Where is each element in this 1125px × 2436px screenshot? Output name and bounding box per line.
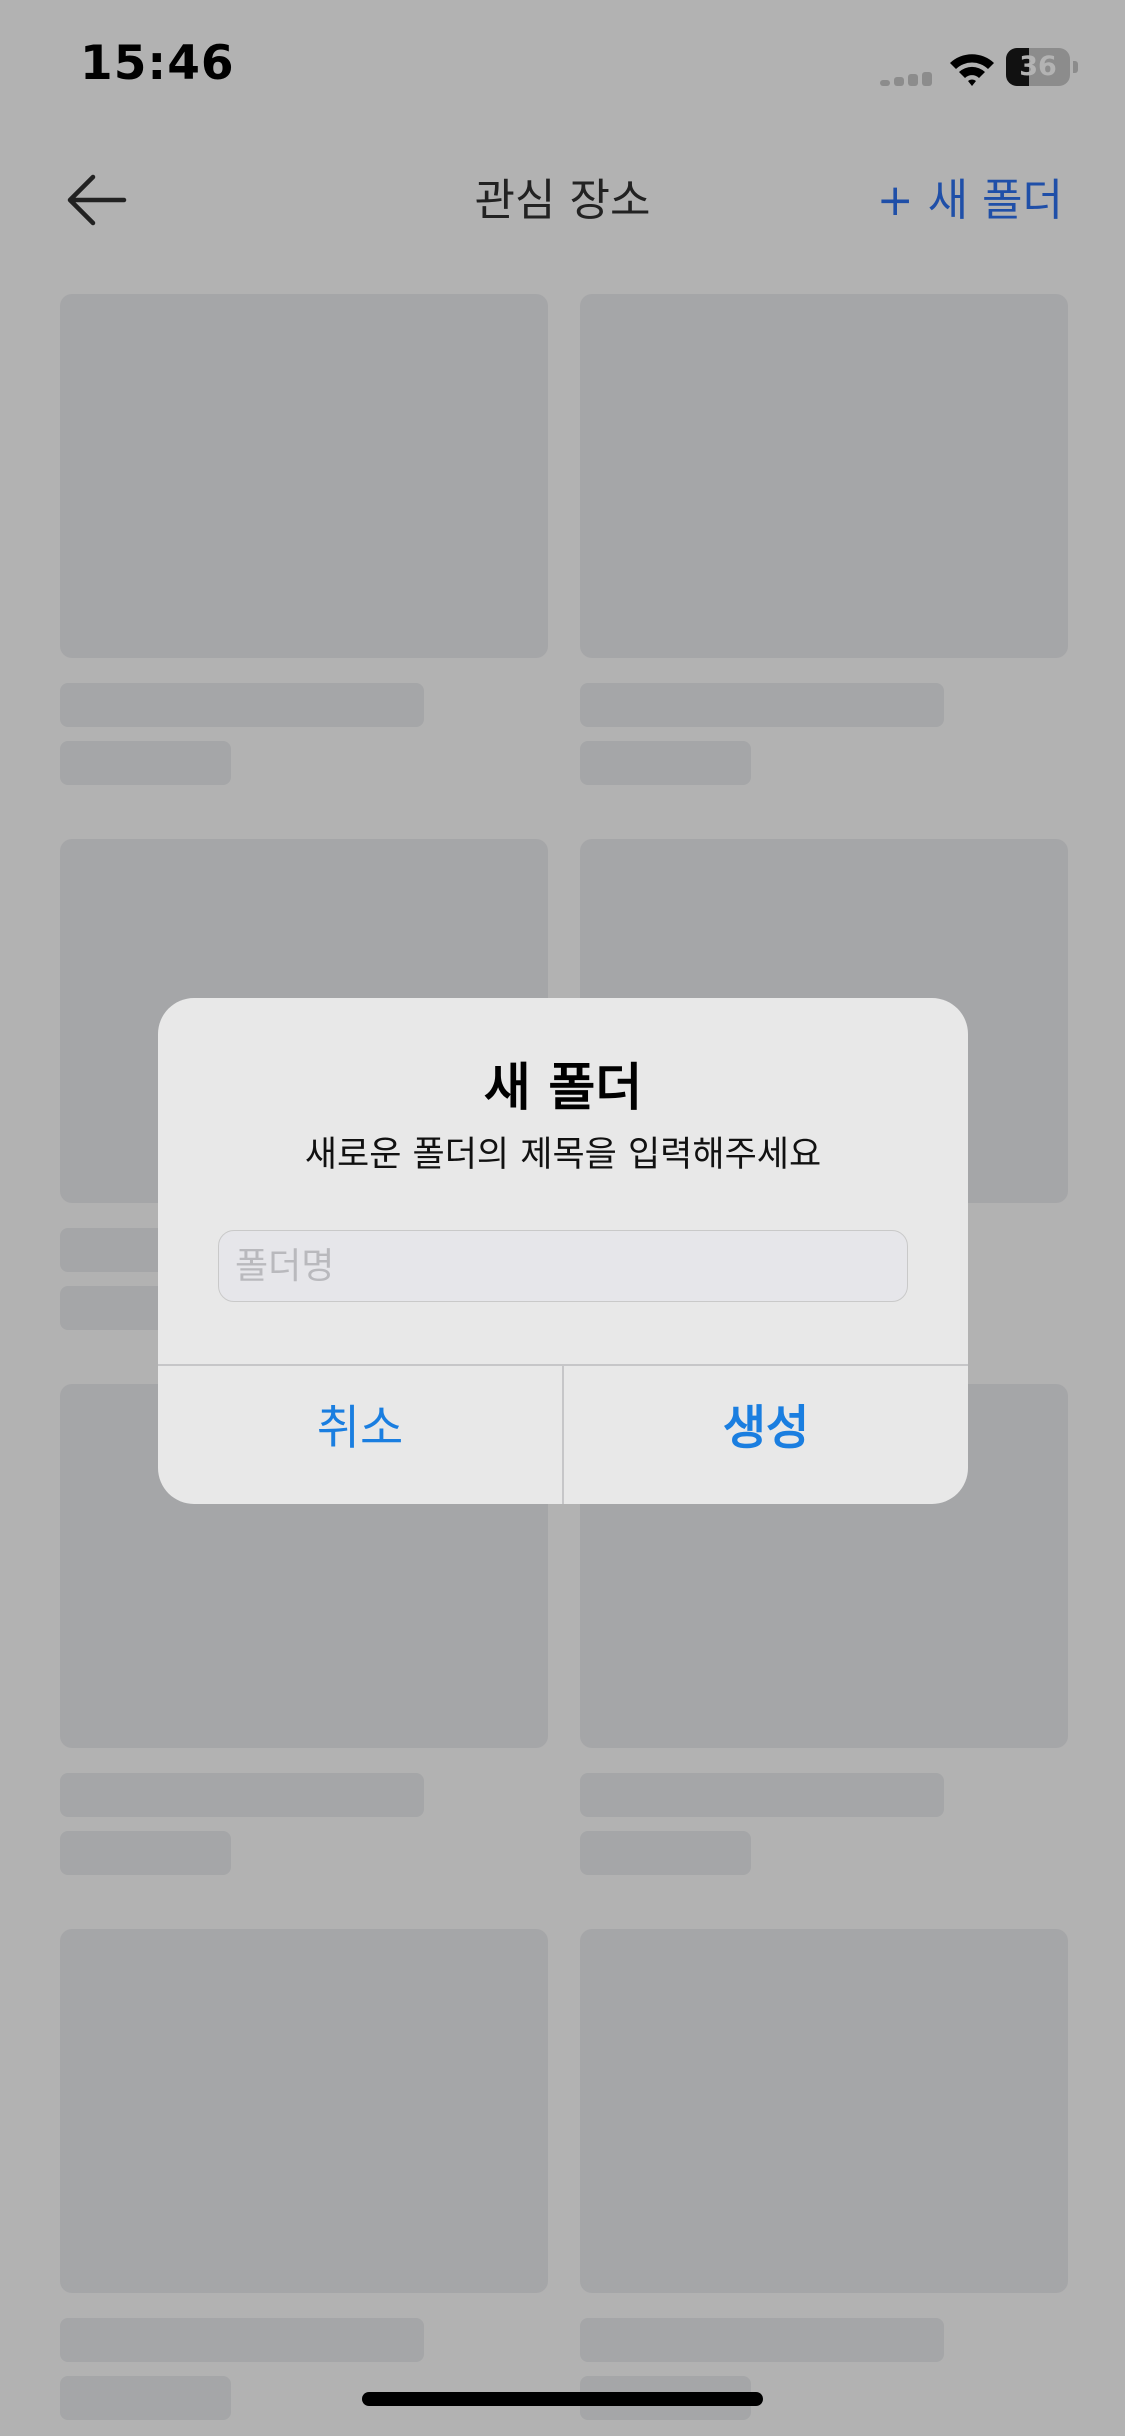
placeholder-title-line [580,683,944,727]
battery-percent: 36 [1019,51,1057,82]
home-indicator [362,2392,763,2406]
new-folder-dialog: 새 폴더 새로운 폴더의 제목을 입력해주세요 취소 생성 [158,998,968,1504]
placeholder-card[interactable] [60,1929,548,2420]
placeholder-subtitle-line [580,1831,751,1875]
cancel-button[interactable]: 취소 [158,1366,562,1504]
placeholder-thumbnail [60,1929,548,2293]
placeholder-card[interactable] [60,294,548,785]
placeholder-card[interactable] [580,294,1068,785]
placeholder-subtitle-line [60,741,231,785]
placeholder-title-line [60,1773,424,1817]
placeholder-thumbnail [580,294,1068,658]
placeholder-title-line [60,2318,424,2362]
status-bar: 15:46 36 [0,0,1125,140]
status-time: 15:46 [80,36,235,91]
placeholder-subtitle-line [60,2376,231,2420]
placeholder-thumbnail [60,294,548,658]
dialog-message: 새로운 폴더의 제목을 입력해주세요 [304,1135,822,1175]
nav-bar: 관심 장소 + 새 폴더 [0,140,1125,250]
placeholder-title-line [580,2318,944,2362]
cellular-signal-icon [880,72,934,86]
placeholder-title-line [60,683,424,727]
placeholder-card[interactable] [580,1929,1068,2420]
folder-name-input[interactable] [218,1230,908,1302]
placeholder-title-line [580,1773,944,1817]
create-button[interactable]: 생성 [564,1366,968,1504]
wifi-icon [950,54,994,86]
placeholder-subtitle-line [60,1831,231,1875]
placeholder-thumbnail [580,1929,1068,2293]
placeholder-subtitle-line [580,741,751,785]
battery-icon: 36 [1006,48,1078,86]
new-folder-button[interactable]: + 새 폴더 [877,164,1063,228]
dialog-title: 새 폴더 [483,1059,643,1118]
